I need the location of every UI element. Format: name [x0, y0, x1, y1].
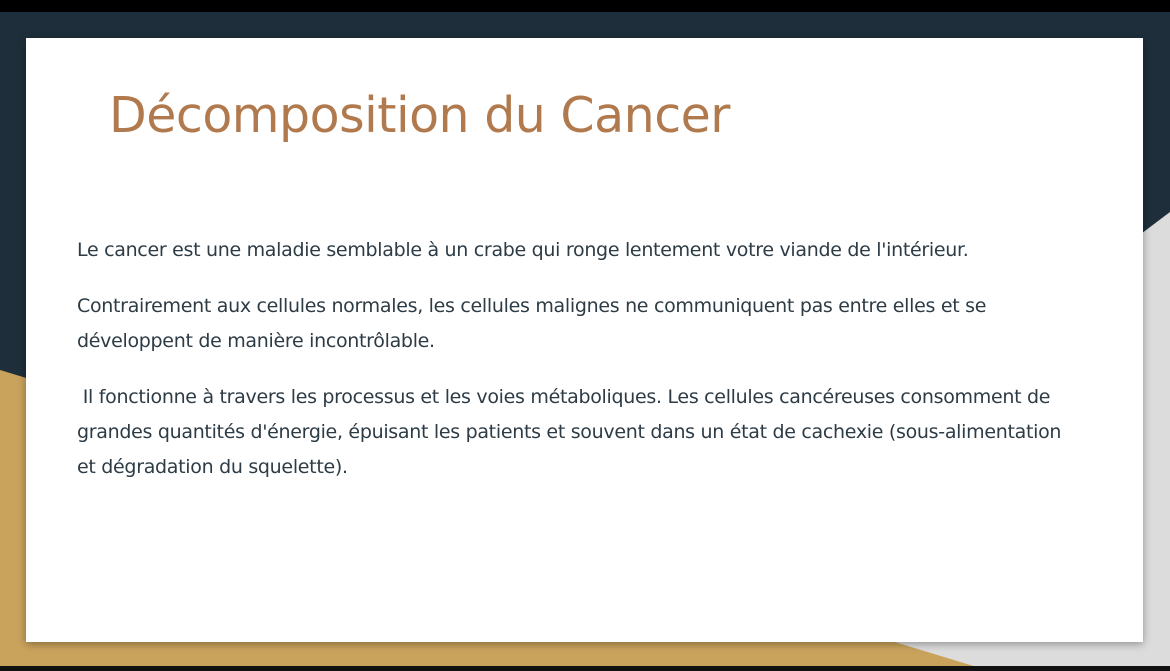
slide-title: Décomposition du Cancer	[109, 87, 730, 144]
body-paragraph-3: Il fonctionne à travers les processus et…	[77, 386, 1067, 478]
slide-body: Le cancer est une maladie semblable à un…	[77, 233, 1067, 506]
top-black-bar	[0, 0, 1170, 12]
slide-card: Décomposition du Cancer Le cancer est un…	[26, 38, 1143, 642]
body-paragraph-2: Contrairement aux cellules normales, les…	[77, 295, 992, 352]
body-paragraph-1: Le cancer est une maladie semblable à un…	[77, 239, 969, 261]
bottom-dark-bar	[0, 666, 1170, 671]
